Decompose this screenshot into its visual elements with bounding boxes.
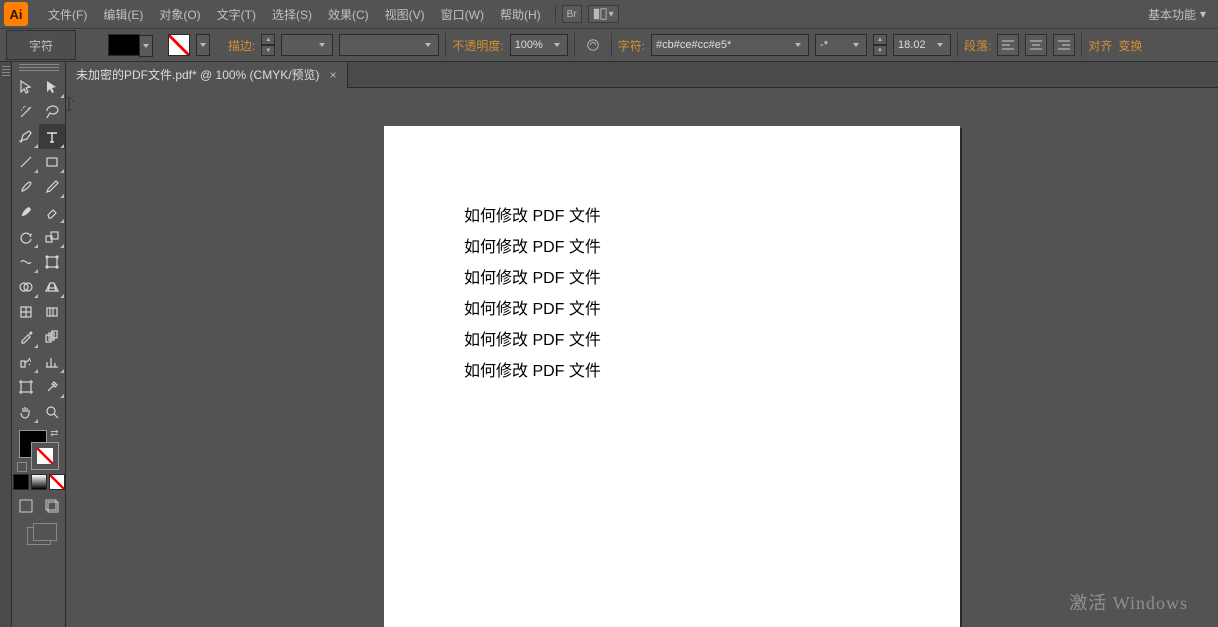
slice-tool[interactable] <box>39 374 65 399</box>
recolor-icon[interactable] <box>581 34 605 56</box>
column-graph-tool[interactable] <box>39 349 65 374</box>
transform-label[interactable]: 变换 <box>1118 37 1142 54</box>
draw-normal-icon[interactable] <box>18 498 34 519</box>
stroke-swatch[interactable] <box>168 34 190 56</box>
left-dock-grip[interactable] <box>0 62 12 627</box>
text-caret-icon <box>66 96 75 112</box>
stroke-color[interactable] <box>31 442 59 470</box>
bridge-button[interactable]: Br <box>562 5 582 23</box>
text-line: 如何修改 PDF 文件 <box>464 263 601 294</box>
type-tool[interactable] <box>39 124 65 149</box>
stroke-weight-stepper[interactable]: ▲▼ <box>261 34 275 56</box>
workspace-switcher[interactable]: 基本功能▾ <box>1142 4 1212 25</box>
eraser-tool[interactable] <box>39 199 65 224</box>
stroke-weight-field[interactable] <box>281 34 333 56</box>
text-line: 如何修改 PDF 文件 <box>464 232 601 263</box>
paragraph-label: 段落: <box>964 37 991 54</box>
color-mode-solid[interactable] <box>13 474 29 490</box>
align-center-button[interactable] <box>1025 34 1047 56</box>
text-line: 如何修改 PDF 文件 <box>464 294 601 325</box>
menu-file[interactable]: 文件(F) <box>40 6 95 23</box>
artboard-tool[interactable] <box>13 374 39 399</box>
menu-view[interactable]: 视图(V) <box>377 6 433 23</box>
stroke-label: 描边: <box>228 37 255 54</box>
perspective-grid-tool[interactable] <box>39 274 65 299</box>
color-mode-none[interactable] <box>49 474 65 490</box>
screen-mode-button[interactable] <box>27 527 51 545</box>
font-field[interactable]: #cb#ce#cc#e5* <box>651 34 809 56</box>
align-right-button[interactable] <box>1053 34 1075 56</box>
symbol-sprayer-tool[interactable] <box>13 349 39 374</box>
app-logo: Ai <box>4 2 28 26</box>
menu-window[interactable]: 窗口(W) <box>433 6 492 23</box>
opacity-label: 不透明度: <box>452 37 503 54</box>
menu-select[interactable]: 选择(S) <box>264 6 320 23</box>
direct-selection-tool[interactable] <box>39 74 65 99</box>
text-frame[interactable]: 如何修改 PDF 文件 如何修改 PDF 文件 如何修改 PDF 文件 如何修改… <box>464 201 601 387</box>
width-tool[interactable] <box>13 249 39 274</box>
zoom-tool[interactable] <box>39 399 65 424</box>
text-line: 如何修改 PDF 文件 <box>464 356 601 387</box>
free-transform-tool[interactable] <box>39 249 65 274</box>
paintbrush-tool[interactable] <box>13 174 39 199</box>
document-tab[interactable]: 未加密的PDF文件.pdf* @ 100% (CMYK/预览) × <box>66 62 348 88</box>
align-label[interactable]: 对齐 <box>1088 37 1112 54</box>
pen-tool[interactable] <box>13 124 39 149</box>
windows-watermark: 激活 Windows <box>1069 589 1188 615</box>
menu-bar: Ai 文件(F) 编辑(E) 对象(O) 文字(T) 选择(S) 效果(C) 视… <box>0 0 1218 28</box>
blob-brush-tool[interactable] <box>13 199 39 224</box>
menu-object[interactable]: 对象(O) <box>151 6 208 23</box>
swap-colors-icon[interactable]: ⇄ <box>50 428 58 439</box>
fill-swatch[interactable] <box>108 34 140 56</box>
text-line: 如何修改 PDF 文件 <box>464 201 601 232</box>
document-title: 未加密的PDF文件.pdf* @ 100% (CMYK/预览) <box>76 66 320 83</box>
arrange-docs-button[interactable]: ▾ <box>588 5 619 23</box>
draw-behind-icon[interactable] <box>44 498 60 519</box>
line-tool[interactable] <box>13 149 39 174</box>
workspace-label: 基本功能 <box>1148 6 1196 23</box>
rectangle-tool[interactable] <box>39 149 65 174</box>
gradient-tool[interactable] <box>39 299 65 324</box>
character-label: 字符: <box>618 37 645 54</box>
font-size-field[interactable]: 18.02 <box>893 34 951 56</box>
color-proxy[interactable]: ⇄ <box>17 428 61 472</box>
color-mode-gradient[interactable] <box>31 474 47 490</box>
menu-effect[interactable]: 效果(C) <box>320 6 377 23</box>
eyedropper-tool[interactable] <box>13 324 39 349</box>
menu-type[interactable]: 文字(T) <box>209 6 264 23</box>
hand-tool[interactable] <box>13 399 39 424</box>
default-colors-icon[interactable] <box>17 462 27 472</box>
blend-tool[interactable] <box>39 324 65 349</box>
document-tabs: 未加密的PDF文件.pdf* @ 100% (CMYK/预览) × <box>66 62 1218 88</box>
tools-panel: ⇄ <box>12 62 66 627</box>
shape-builder-tool[interactable] <box>13 274 39 299</box>
scale-tool[interactable] <box>39 224 65 249</box>
brush-field[interactable] <box>339 34 439 56</box>
magic-wand-tool[interactable] <box>13 99 39 124</box>
pencil-tool[interactable] <box>39 174 65 199</box>
text-line: 如何修改 PDF 文件 <box>464 325 601 356</box>
rotate-tool[interactable] <box>13 224 39 249</box>
close-tab-icon[interactable]: × <box>330 68 337 82</box>
character-panel-tab[interactable]: 字符 <box>6 30 76 60</box>
font-style-field[interactable]: -* <box>815 34 867 56</box>
tools-grip[interactable] <box>19 64 59 72</box>
mesh-tool[interactable] <box>13 299 39 324</box>
font-size-stepper[interactable]: ▲▼ <box>873 34 887 56</box>
align-left-button[interactable] <box>997 34 1019 56</box>
options-bar: 字符 描边: ▲▼ 不透明度: 100% 字符: #cb#ce#cc#e5* -… <box>0 28 1218 62</box>
stroke-swatch-dropdown[interactable] <box>196 34 210 56</box>
selection-tool[interactable] <box>13 74 39 99</box>
menu-edit[interactable]: 编辑(E) <box>95 6 151 23</box>
opacity-field[interactable]: 100% <box>510 34 568 56</box>
canvas-area[interactable]: 如何修改 PDF 文件 如何修改 PDF 文件 如何修改 PDF 文件 如何修改… <box>66 88 1218 627</box>
lasso-tool[interactable] <box>39 99 65 124</box>
menu-help[interactable]: 帮助(H) <box>492 6 549 23</box>
artboard[interactable]: 如何修改 PDF 文件 如何修改 PDF 文件 如何修改 PDF 文件 如何修改… <box>384 126 960 627</box>
